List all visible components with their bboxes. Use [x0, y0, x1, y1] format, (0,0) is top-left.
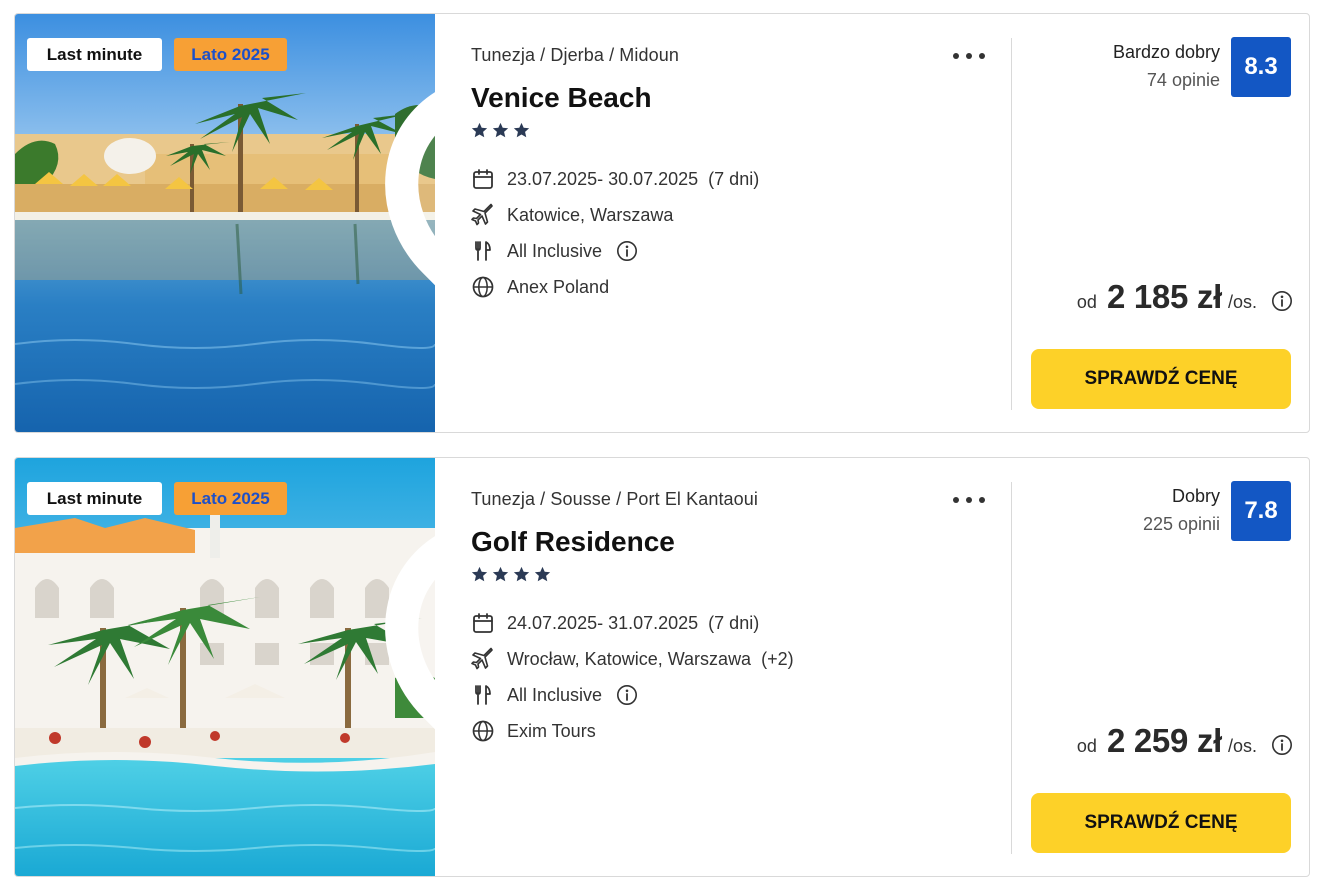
board-type: All Inclusive [507, 240, 603, 261]
globe-icon [471, 719, 495, 743]
price-value: 2 185 zł [1106, 278, 1222, 315]
rating-label: Dobry [1171, 486, 1220, 506]
star-icon [492, 122, 509, 138]
location-breadcrumb[interactable]: Tunezja / Sousse / Port El Kantaoui [471, 489, 758, 510]
star-icon [471, 566, 488, 582]
star-icon [492, 566, 509, 582]
calendar-icon [471, 611, 495, 635]
plane-icon [471, 647, 495, 671]
rating-label: Bardzo dobry [1112, 42, 1220, 62]
operator-row: Exim Tours [471, 718, 596, 744]
star-icon [513, 566, 530, 582]
price-line: od 2 185 zł /os. [1077, 278, 1293, 316]
operator-row: Anex Poland [471, 274, 609, 300]
board-type: All Inclusive [507, 684, 603, 705]
price-unit: /os. [1227, 736, 1257, 756]
last-minute-badge: Last minute [27, 482, 162, 515]
check-price-button[interactable]: SPRAWDŹ CENĘ [1031, 349, 1291, 409]
price-panel: Dobry 225 opinii 7.8 od 2 259 zł /os. SP… [1012, 458, 1309, 876]
trip-duration: (7 dni) [708, 612, 760, 633]
globe-icon [471, 275, 495, 299]
offer-card[interactable]: Last minute Lato 2025 Tunezja / Djerba /… [14, 13, 1310, 433]
calendar-icon [471, 167, 495, 191]
board-row: All Inclusive [471, 682, 638, 708]
hotel-photo-image [15, 14, 435, 432]
departure-airports: Wrocław, Katowice, Warszawa [507, 648, 752, 669]
season-badge: Lato 2025 [174, 38, 287, 71]
star-rating [471, 122, 530, 142]
airports-row: Katowice, Warszawa [471, 202, 673, 228]
travel-dates: 24.07.2025- 31.07.2025 [507, 612, 699, 633]
price-value: 2 259 zł [1106, 722, 1222, 759]
offer-details: Tunezja / Djerba / Midoun Venice Beach 2… [471, 14, 1011, 432]
plane-icon [471, 203, 495, 227]
check-price-button[interactable]: SPRAWDŹ CENĘ [1031, 793, 1291, 853]
review-count[interactable]: 225 opinii [1143, 514, 1220, 535]
price-unit: /os. [1227, 292, 1257, 312]
price-panel: Bardzo dobry 74 opinie 8.3 od 2 185 zł /… [1012, 14, 1309, 432]
price-prefix: od [1076, 736, 1097, 756]
travel-dates: 23.07.2025- 30.07.2025 [507, 168, 699, 189]
star-icon [471, 122, 488, 138]
hotel-photo-image [15, 458, 435, 876]
hotel-name[interactable]: Golf Residence [471, 526, 675, 558]
airports-row: Wrocław, Katowice, Warszawa (+2) [471, 646, 794, 672]
hotel-photo[interactable]: Last minute Lato 2025 [15, 14, 435, 433]
price-line: od 2 259 zł /os. [1077, 722, 1293, 760]
star-icon [534, 566, 551, 582]
departure-airports: Katowice, Warszawa [507, 204, 674, 225]
cutlery-icon [471, 239, 495, 263]
offer-details: Tunezja / Sousse / Port El Kantaoui Golf… [471, 458, 1011, 876]
tour-operator: Exim Tours [507, 720, 596, 741]
dates-row: 24.07.2025- 31.07.2025 (7 dni) [471, 610, 759, 636]
info-icon[interactable] [616, 240, 638, 262]
more-dots-icon[interactable] [953, 44, 985, 64]
heart-icon[interactable] [374, 35, 435, 433]
star-icon [513, 122, 530, 138]
heart-icon[interactable] [374, 479, 435, 877]
trip-duration: (7 dni) [708, 168, 760, 189]
review-count[interactable]: 74 opinie [1147, 70, 1220, 91]
location-breadcrumb[interactable]: Tunezja / Djerba / Midoun [471, 45, 679, 66]
star-rating [471, 566, 551, 586]
cutlery-icon [471, 683, 495, 707]
dates-row: 23.07.2025- 30.07.2025 (7 dni) [471, 166, 759, 192]
price-prefix: od [1076, 292, 1097, 312]
info-icon[interactable] [616, 684, 638, 706]
more-airports[interactable]: (+2) [761, 649, 794, 670]
rating-score[interactable]: 8.3 [1231, 37, 1291, 97]
board-row: All Inclusive [471, 238, 638, 264]
info-icon[interactable] [1271, 290, 1293, 312]
info-icon[interactable] [1271, 734, 1293, 756]
season-badge: Lato 2025 [174, 482, 287, 515]
hotel-name[interactable]: Venice Beach [471, 82, 652, 114]
more-dots-icon[interactable] [953, 488, 985, 508]
last-minute-badge: Last minute [27, 38, 162, 71]
hotel-photo[interactable]: Last minute Lato 2025 [15, 458, 435, 877]
rating-score[interactable]: 7.8 [1231, 481, 1291, 541]
tour-operator: Anex Poland [507, 276, 610, 297]
offer-card[interactable]: Last minute Lato 2025 Tunezja / Sousse /… [14, 457, 1310, 877]
